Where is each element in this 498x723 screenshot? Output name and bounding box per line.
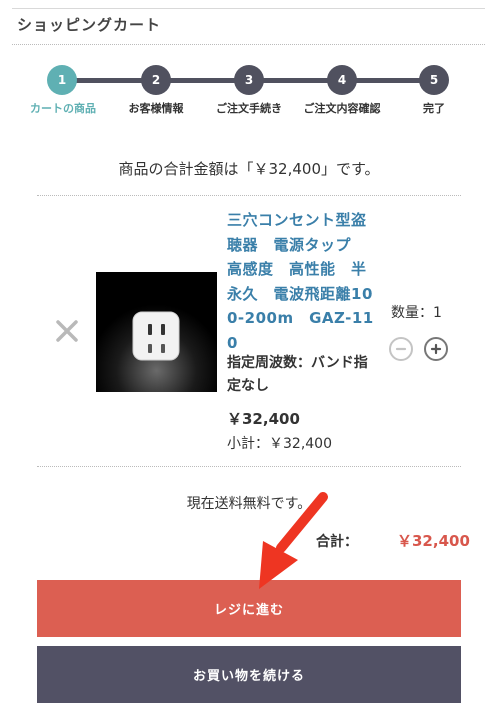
step-5-label: 完了 — [423, 102, 445, 115]
step-2-circle: 2 — [141, 65, 171, 95]
total-label: 合計： — [316, 534, 358, 550]
top-divider — [12, 8, 485, 9]
plus-icon — [430, 343, 442, 355]
step-1-circle: 1 — [47, 65, 77, 95]
checkout-button[interactable]: レジに進む — [37, 580, 461, 637]
cart-total-message: 商品の合計金額は「￥32,400」です。 — [118, 160, 380, 178]
step-3-circle: 3 — [234, 65, 264, 95]
close-icon — [56, 320, 78, 342]
outlet-device-image — [96, 272, 217, 392]
step-4-circle: 4 — [327, 65, 357, 95]
shipping-message: 現在送料無料です。 — [186, 496, 312, 512]
step-5-circle: 5 — [419, 65, 449, 95]
product-name-link[interactable]: 三穴コンセント型盗聴器 電源タップ 高感度 高性能 半永久 電波飛距離100-2… — [227, 208, 377, 355]
product-image[interactable] — [96, 272, 217, 392]
title-divider — [12, 44, 485, 45]
product-variant: 指定周波数：バンド指定なし — [227, 355, 368, 394]
remove-item-button[interactable] — [54, 318, 80, 344]
cart-item-top-divider — [37, 195, 461, 196]
page-title: ショッピングカート — [17, 16, 162, 34]
cart-item-bottom-divider — [37, 466, 461, 467]
quantity-label: 数量：1 — [391, 305, 442, 321]
quantity-increment-button[interactable] — [424, 337, 448, 361]
unit-price: ￥32,400 — [227, 410, 300, 428]
continue-shopping-button[interactable]: お買い物を続ける — [37, 646, 461, 703]
item-subtotal: 小計：￥32,400 — [227, 436, 332, 452]
total-value: ￥32,400 — [397, 532, 470, 550]
quantity-decrement-button[interactable] — [389, 337, 413, 361]
minus-icon — [395, 347, 407, 351]
